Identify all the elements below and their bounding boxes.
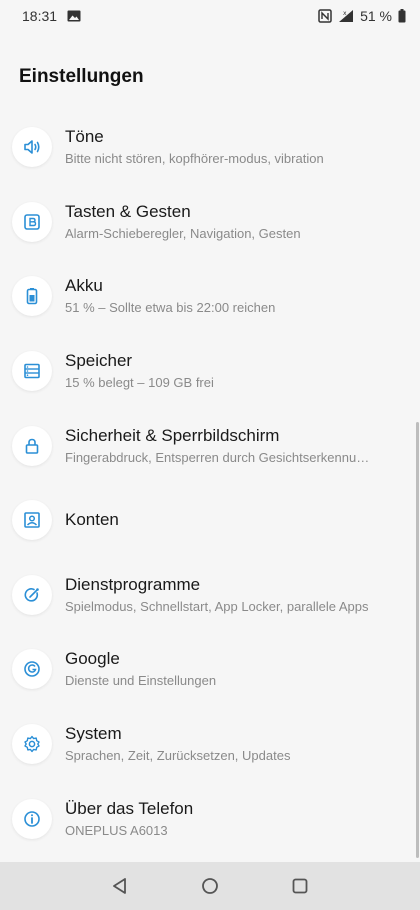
item-subtitle: 15 % belegt – 109 GB frei bbox=[65, 375, 214, 391]
back-triangle-icon bbox=[113, 878, 126, 894]
status-bar: 18:31 x 51 % bbox=[0, 0, 420, 32]
item-title: Tasten & Gesten bbox=[65, 201, 191, 221]
settings-item-sicherheit[interactable]: Sicherheit & Sperrbildschirm Fingerabdru… bbox=[0, 408, 420, 483]
page-title: Einstellungen bbox=[19, 66, 144, 87]
item-title: Google bbox=[65, 649, 120, 669]
navigation-bar bbox=[0, 862, 420, 910]
status-time: 18:31 bbox=[22, 8, 58, 24]
item-title: Über das Telefon bbox=[65, 798, 194, 818]
speaker-icon bbox=[12, 127, 52, 168]
storage-icon bbox=[12, 351, 52, 392]
item-subtitle: Fingerabdruck, Entsperren durch Gesichts… bbox=[65, 449, 370, 465]
nfc-icon bbox=[318, 9, 332, 23]
back-button[interactable] bbox=[108, 874, 132, 898]
info-icon bbox=[12, 798, 52, 839]
recents-square-icon bbox=[292, 878, 308, 894]
item-subtitle: Dienste und Einstellungen bbox=[65, 673, 217, 689]
item-title: Speicher bbox=[65, 351, 133, 371]
recents-button[interactable] bbox=[288, 874, 312, 898]
button-b-icon bbox=[12, 201, 52, 242]
signal-icon: x bbox=[338, 9, 354, 23]
settings-item-ueber-das-telefon[interactable]: Über das Telefon ONEPLUS A6013 bbox=[0, 781, 420, 856]
item-title: Dienstprogramme bbox=[65, 574, 201, 594]
battery-status-icon bbox=[398, 9, 406, 23]
item-title: System bbox=[65, 724, 122, 744]
item-subtitle: Alarm-Schieberegler, Navigation, Gesten bbox=[65, 225, 301, 241]
home-button[interactable] bbox=[198, 874, 222, 898]
item-title: Akku bbox=[65, 276, 103, 296]
settings-list: Töne Bitte nicht stören, kopfhörer-modus… bbox=[0, 110, 420, 856]
gear-icon bbox=[12, 724, 52, 765]
scrollbar[interactable] bbox=[416, 422, 419, 858]
item-subtitle: Bitte nicht stören, kopfhörer-modus, vib… bbox=[65, 151, 324, 167]
item-title: Töne bbox=[65, 127, 104, 147]
item-subtitle: 51 % – Sollte etwa bis 22:00 reichen bbox=[65, 300, 276, 316]
item-subtitle: Spielmodus, Schnellstart, App Locker, pa… bbox=[65, 598, 369, 614]
utilities-icon bbox=[12, 574, 52, 615]
item-subtitle: ONEPLUS A6013 bbox=[65, 822, 168, 838]
svg-text:x: x bbox=[343, 10, 347, 17]
settings-item-system[interactable]: System Sprachen, Zeit, Zurücksetzen, Upd… bbox=[0, 707, 420, 782]
settings-screen: 18:31 x 51 % Einstellungen Töne Bitte ni… bbox=[0, 0, 420, 910]
settings-item-konten[interactable]: Konten bbox=[0, 483, 420, 558]
lock-icon bbox=[12, 425, 52, 466]
settings-item-speicher[interactable]: Speicher 15 % belegt – 109 GB frei bbox=[0, 334, 420, 409]
settings-item-dienstprogramme[interactable]: Dienstprogramme Spielmodus, Schnellstart… bbox=[0, 558, 420, 633]
item-title: Sicherheit & Sperrbildschirm bbox=[65, 425, 280, 445]
settings-item-google[interactable]: Google Dienste und Einstellungen bbox=[0, 632, 420, 707]
home-circle-icon bbox=[202, 878, 218, 894]
google-icon bbox=[12, 649, 52, 690]
account-icon bbox=[12, 500, 52, 541]
item-title: Konten bbox=[65, 510, 119, 530]
settings-item-tasten-gesten[interactable]: Tasten & Gesten Alarm-Schieberegler, Nav… bbox=[0, 185, 420, 260]
settings-item-akku[interactable]: Akku 51 % – Sollte etwa bis 22:00 reiche… bbox=[0, 259, 420, 334]
settings-item-toene[interactable]: Töne Bitte nicht stören, kopfhörer-modus… bbox=[0, 110, 420, 185]
item-subtitle: Sprachen, Zeit, Zurücksetzen, Updates bbox=[65, 748, 291, 764]
image-notification-icon bbox=[67, 10, 81, 22]
battery-percentage: 51 % bbox=[360, 8, 392, 24]
battery-icon bbox=[12, 276, 52, 317]
